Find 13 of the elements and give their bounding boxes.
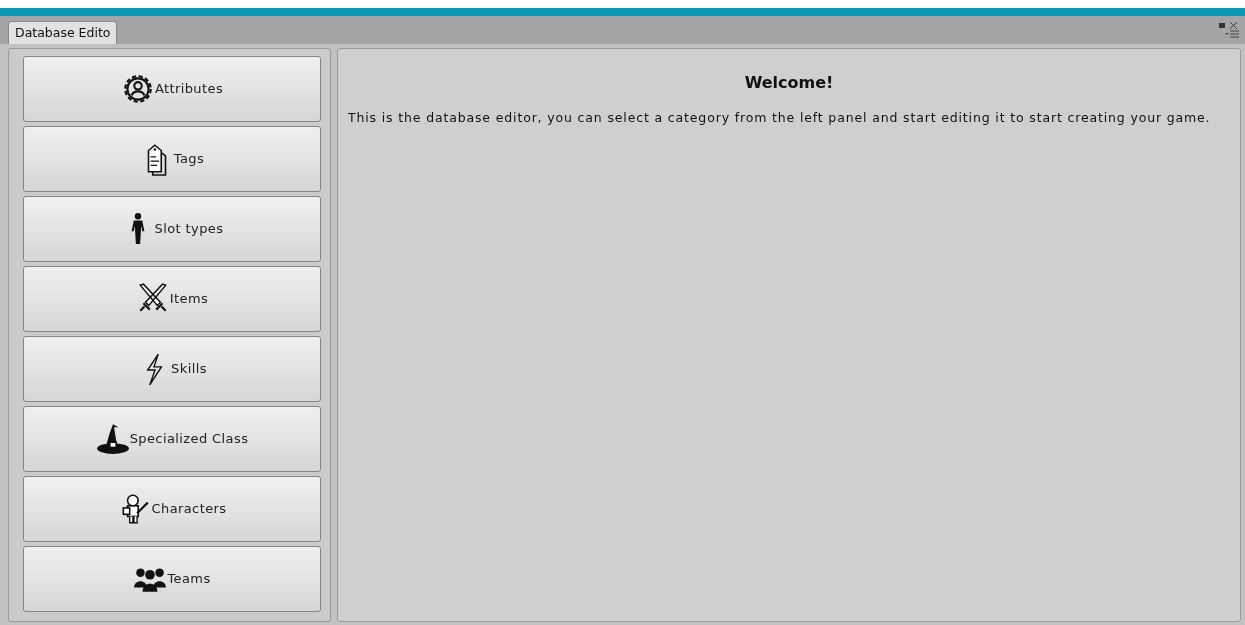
category-button[interactable]: Items <box>23 266 321 332</box>
category-button[interactable]: Characters <box>23 476 321 542</box>
category-button[interactable]: Slot types <box>23 196 321 262</box>
category-button[interactable]: Specialized Class <box>23 406 321 472</box>
category-button[interactable]: Teams <box>23 546 321 612</box>
category-button[interactable]: Tags <box>23 126 321 192</box>
category-button[interactable]: Skills <box>23 336 321 402</box>
category-button[interactable]: Attributes <box>23 56 321 122</box>
welcome-title: Welcome! <box>743 72 835 94</box>
welcome-text: This is the database editor, you can select a category from the left panel and start editing it to start creating your game. <box>348 109 1212 127</box>
maximize-icon[interactable] <box>1219 22 1239 30</box>
window-tab[interactable]: Database Edito <box>8 21 118 44</box>
wizard-hat-icon <box>95 422 130 456</box>
